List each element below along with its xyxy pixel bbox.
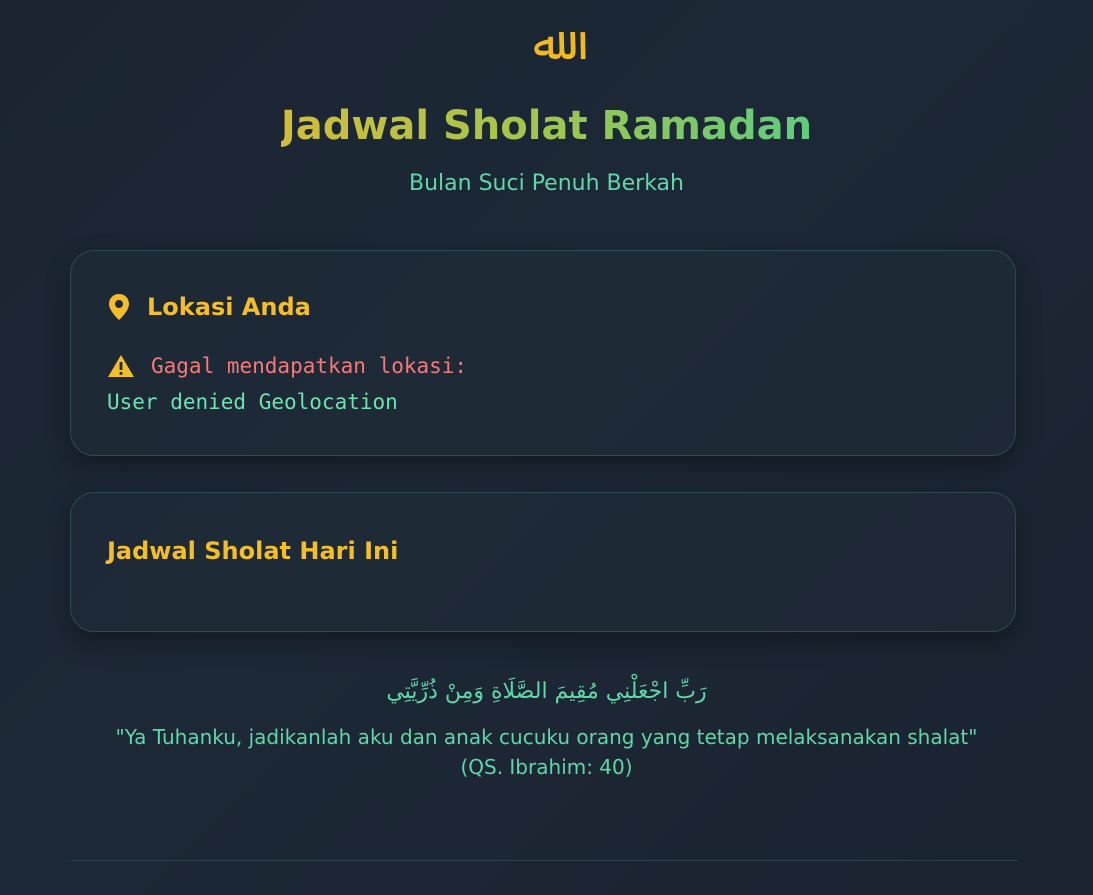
allah-logo: ﷲ <box>533 16 560 70</box>
location-heading: Lokasi Anda <box>107 289 311 325</box>
location-card: Lokasi Anda Gagal mendapatkan lokasi: Us… <box>70 250 1016 456</box>
verse-translation-block: "Ya Tuhanku, jadikanlah aku dan anak cuc… <box>60 722 1033 782</box>
verse-arabic: رَبِّ اجْعَلْنِي مُقِيمَ الصَّلَاةِ وَمِ… <box>386 679 707 704</box>
location-error-message: Gagal mendapatkan lokasi: <box>151 354 468 378</box>
location-heading-label: Lokasi Anda <box>147 293 311 321</box>
page-subtitle: Bulan Suci Penuh Berkah <box>409 171 684 196</box>
page-title: Jadwal Sholat Ramadan <box>280 103 813 149</box>
prayer-schedule-heading: Jadwal Sholat Hari Ini <box>107 537 399 565</box>
footer-divider <box>70 860 1018 861</box>
verse-reference: (QS. Ibrahim: 40) <box>460 755 633 779</box>
verse-translation: "Ya Tuhanku, jadikanlah aku dan anak cuc… <box>115 725 978 749</box>
prayer-schedule-card: Jadwal Sholat Hari Ini <box>70 492 1016 632</box>
page-title-wrapper: Jadwal Sholat Ramadan <box>0 98 1093 154</box>
location-pin-icon <box>109 294 129 320</box>
location-error: Gagal mendapatkan lokasi: <box>107 349 467 383</box>
warning-icon <box>108 355 134 377</box>
location-error-detail: User denied Geolocation <box>107 390 398 414</box>
